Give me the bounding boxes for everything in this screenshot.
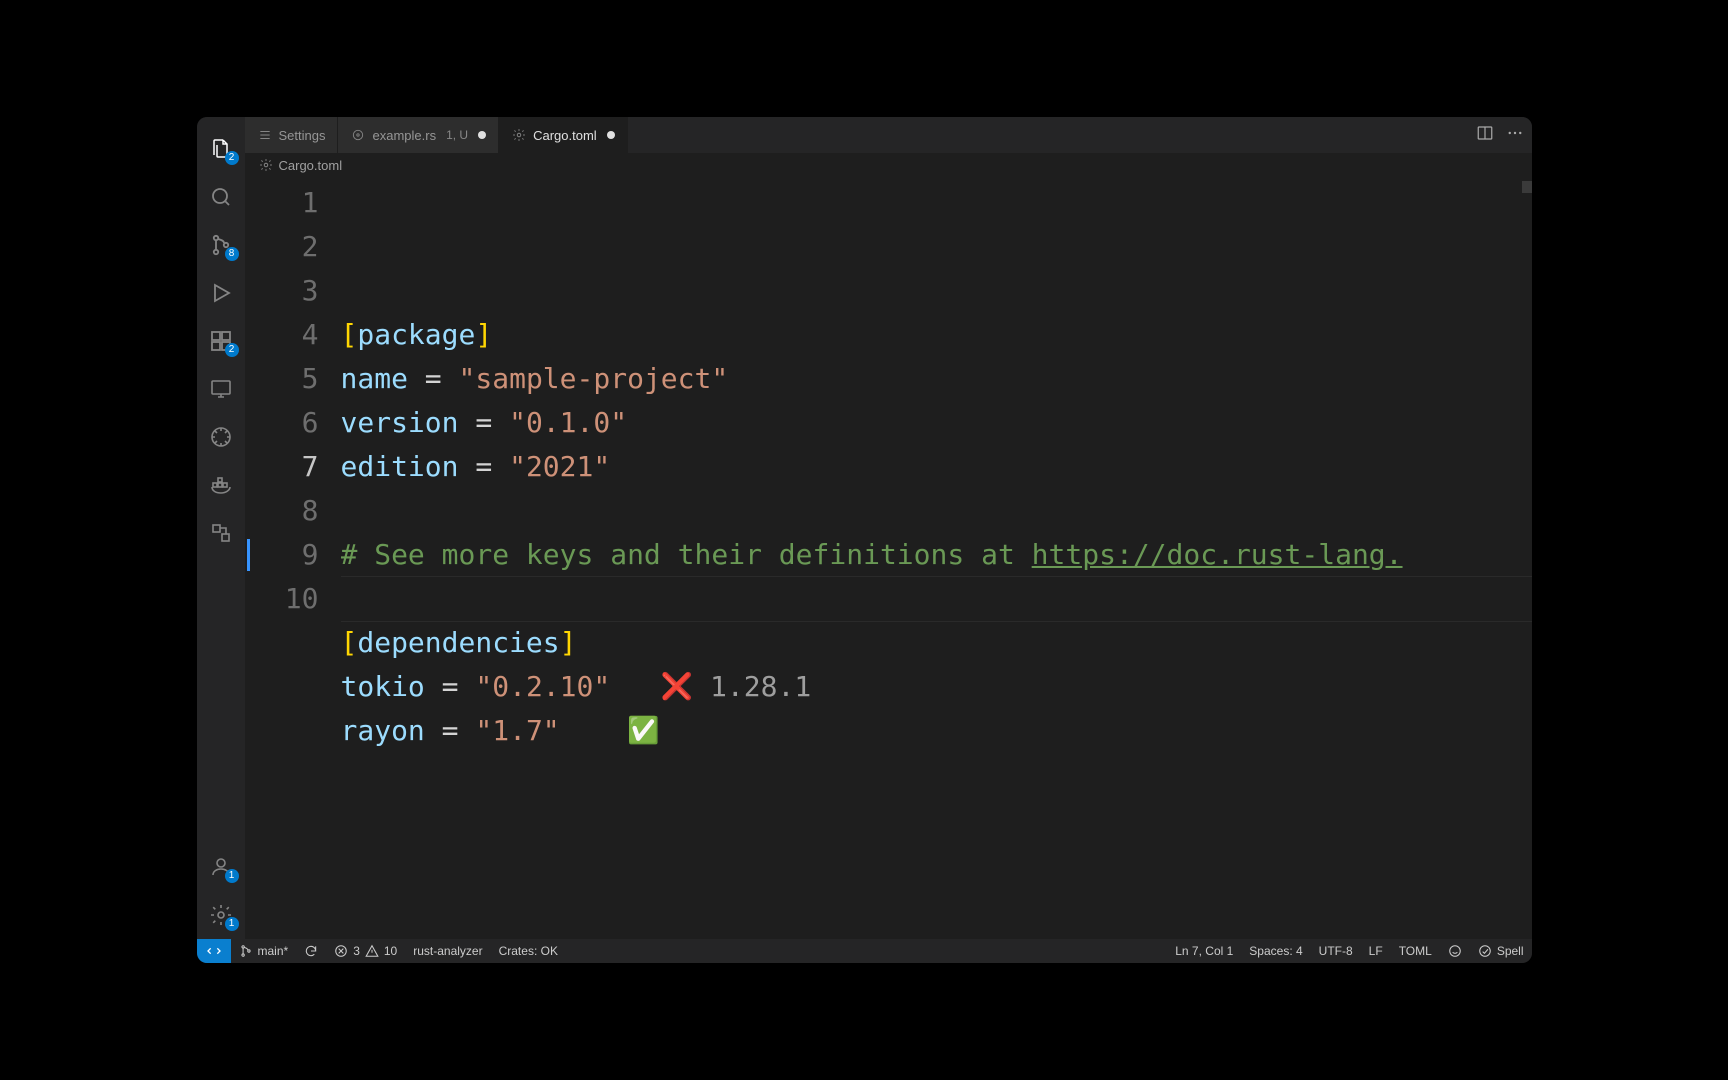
tab-example-rs[interactable]: example.rs 1, U (338, 117, 499, 153)
code-line[interactable]: edition = "2021" (341, 445, 1532, 489)
dirty-indicator-icon (478, 131, 486, 139)
run-debug-icon[interactable] (197, 269, 245, 317)
tab-label: Cargo.toml (533, 128, 597, 143)
rust-icon (350, 127, 366, 143)
gear-icon (259, 158, 273, 172)
tab-label: Settings (279, 128, 326, 143)
code-line[interactable]: # See more keys and their definitions at… (341, 533, 1532, 577)
breadcrumb-file: Cargo.toml (279, 158, 343, 173)
code-line[interactable] (341, 489, 1532, 533)
status-encoding[interactable]: UTF-8 (1311, 939, 1361, 963)
tab-actions (1476, 117, 1532, 153)
minimap-slider[interactable] (1522, 181, 1532, 193)
settings-icon (257, 127, 273, 143)
toml-icon (511, 127, 527, 143)
line-number: 7 (245, 445, 319, 489)
references-icon[interactable] (197, 509, 245, 557)
line-number: 2 (245, 225, 319, 269)
tab-cargo-toml[interactable]: Cargo.toml (499, 117, 628, 153)
line-number: 5 (245, 357, 319, 401)
extensions-icon[interactable]: 2 (197, 317, 245, 365)
source-control-icon[interactable]: 8 (197, 221, 245, 269)
testing-icon[interactable] (197, 413, 245, 461)
tab-bar: Settings example.rs 1, U Cargo.toml (245, 117, 1532, 153)
remote-explorer-icon[interactable] (197, 365, 245, 413)
status-problems[interactable]: 3 10 (326, 939, 405, 963)
vscode-window: 2 8 2 (197, 117, 1532, 963)
accounts-icon[interactable]: 1 (197, 843, 245, 891)
dirty-indicator-icon (607, 131, 615, 139)
code-line[interactable]: [dependencies] (341, 621, 1532, 665)
split-editor-icon[interactable] (1476, 124, 1494, 147)
line-number: 10 (245, 577, 319, 621)
settings-badge: 1 (225, 917, 239, 931)
settings-gear-icon[interactable]: 1 (197, 891, 245, 939)
code-line[interactable]: rayon = "1.7" ✅ (341, 709, 1532, 753)
status-eol[interactable]: LF (1361, 939, 1391, 963)
status-indent[interactable]: Spaces: 4 (1241, 939, 1310, 963)
code-line[interactable]: version = "0.1.0" (341, 401, 1532, 445)
status-language[interactable]: TOML (1391, 939, 1440, 963)
code-content[interactable]: [package]name = "sample-project"version … (341, 177, 1532, 939)
status-crates[interactable]: Crates: OK (491, 939, 566, 963)
line-number: 8 (245, 489, 319, 533)
line-number: 9 (245, 533, 319, 577)
extensions-badge: 2 (225, 343, 239, 357)
line-number: 3 (245, 269, 319, 313)
status-sync[interactable] (296, 939, 326, 963)
line-number-gutter: 12345678910 (245, 177, 341, 939)
breadcrumb[interactable]: Cargo.toml (245, 153, 1532, 177)
explorer-icon[interactable]: 2 (197, 125, 245, 173)
code-line[interactable] (341, 577, 1532, 621)
code-line[interactable]: [package] (341, 313, 1532, 357)
more-actions-icon[interactable] (1506, 124, 1524, 147)
main-area: 2 8 2 (197, 117, 1532, 939)
search-icon[interactable] (197, 173, 245, 221)
code-editor[interactable]: 12345678910 [package]name = "sample-proj… (245, 177, 1532, 939)
line-number: 6 (245, 401, 319, 445)
status-spell[interactable]: Spell (1470, 939, 1532, 963)
code-line[interactable]: tokio = "0.2.10" ❌ 1.28.1 (341, 665, 1532, 709)
tab-label: example.rs (372, 128, 436, 143)
status-bar: main* 3 10 rust-analyzer Crates: OK Ln 7… (197, 939, 1532, 963)
editor-column: Settings example.rs 1, U Cargo.toml Cargo.t… (245, 117, 1532, 939)
scm-badge: 8 (225, 247, 239, 261)
accounts-badge: 1 (225, 869, 239, 883)
explorer-badge: 2 (225, 151, 239, 165)
remote-indicator[interactable] (197, 939, 231, 963)
status-branch[interactable]: main* (231, 939, 297, 963)
status-lsp[interactable]: rust-analyzer (405, 939, 490, 963)
line-number: 4 (245, 313, 319, 357)
tab-suffix: 1, U (446, 128, 468, 142)
activity-bar: 2 8 2 (197, 117, 245, 939)
status-cursor-position[interactable]: Ln 7, Col 1 (1167, 939, 1241, 963)
tab-settings[interactable]: Settings (245, 117, 339, 153)
code-line[interactable]: name = "sample-project" (341, 357, 1532, 401)
status-feedback-icon[interactable] (1440, 939, 1470, 963)
docker-icon[interactable] (197, 461, 245, 509)
line-number: 1 (245, 181, 319, 225)
